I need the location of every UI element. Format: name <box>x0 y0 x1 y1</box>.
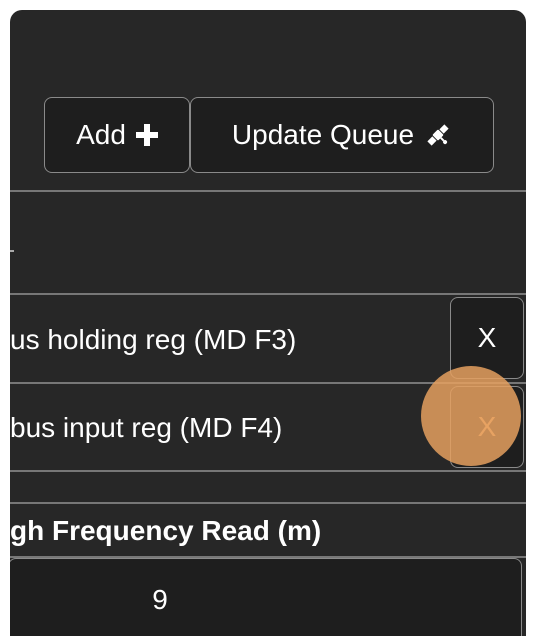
truncated-text-fragment <box>10 250 14 252</box>
divider <box>10 382 526 384</box>
remove-row-button[interactable]: X <box>450 297 524 379</box>
satellite-icon <box>424 121 452 149</box>
divider <box>10 470 526 472</box>
column-header: gh Frequency Read (m) <box>10 515 322 546</box>
add-button-label: Add <box>76 119 126 150</box>
add-button[interactable]: Add <box>44 97 190 173</box>
list-item-label: us holding reg (MD F3) <box>10 324 297 355</box>
plus-icon <box>135 124 158 146</box>
divider <box>10 190 526 192</box>
divider <box>10 293 526 295</box>
remove-row-button[interactable]: X <box>450 386 524 468</box>
list-item-label: bus input reg (MD F4) <box>10 412 283 443</box>
divider <box>10 502 526 504</box>
update-queue-button[interactable]: Update Queue <box>190 97 494 173</box>
queue-panel: Add Update Queue us holding reg (MD F3) … <box>10 10 526 636</box>
cell-value: 9 <box>152 584 168 615</box>
update-queue-button-label: Update Queue <box>231 119 415 150</box>
